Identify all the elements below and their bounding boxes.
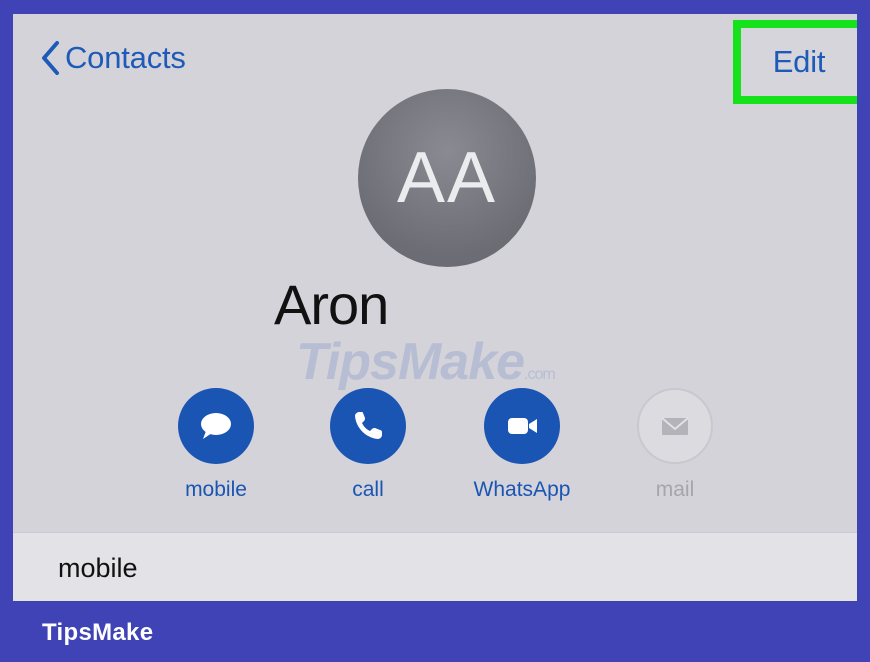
message-circle — [178, 388, 254, 464]
whatsapp-circle — [484, 388, 560, 464]
message-icon — [201, 413, 231, 439]
mail-circle — [637, 388, 713, 464]
mail-action-label: mail — [655, 478, 695, 501]
call-circle — [330, 388, 406, 464]
message-action-label: mobile — [185, 478, 247, 501]
message-action-button[interactable]: mobile — [156, 388, 276, 502]
edit-label: Edit — [772, 44, 826, 79]
watermark-main: TipsMake — [296, 333, 525, 391]
whatsapp-action-button[interactable]: WhatsApp — [462, 388, 582, 502]
watermark-suffix: .com — [524, 366, 556, 383]
edit-button[interactable]: Edit — [733, 20, 857, 104]
footer-brand: TipsMake — [42, 619, 154, 646]
mobile-row-label: mobile — [58, 553, 138, 583]
video-icon — [508, 418, 537, 434]
avatar: AA — [358, 89, 536, 267]
watermark: TipsMake.com — [296, 332, 556, 392]
contact-screen: Contacts Edit AA Aron TipsMake.com mobil… — [13, 14, 857, 601]
mobile-number-row[interactable]: mobile — [13, 532, 857, 601]
chevron-left-icon — [42, 41, 59, 75]
contact-name: Aron — [274, 273, 389, 336]
phone-icon — [355, 412, 382, 439]
call-action-label: call — [352, 478, 384, 501]
frame: Contacts Edit AA Aron TipsMake.com mobil… — [0, 0, 870, 662]
call-action-button[interactable]: call — [308, 388, 428, 502]
back-label: Contacts — [65, 40, 186, 75]
back-button[interactable]: Contacts — [39, 38, 186, 78]
mail-action-button[interactable]: mail — [615, 388, 735, 502]
whatsapp-action-label: WhatsApp — [473, 478, 571, 501]
mail-icon — [661, 417, 689, 435]
avatar-initials: AA — [396, 138, 498, 218]
